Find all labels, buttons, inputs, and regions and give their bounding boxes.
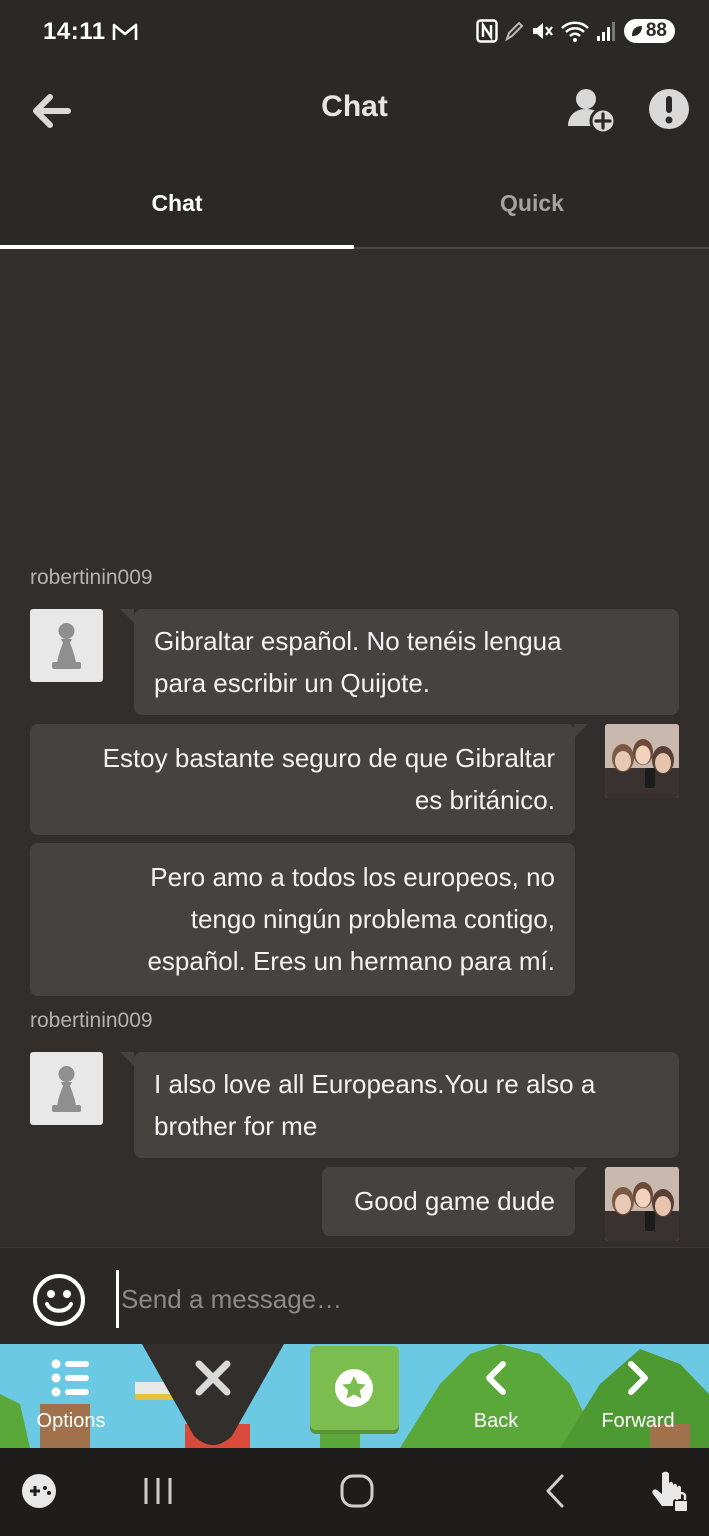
battery-indicator: 88 — [623, 19, 675, 43]
nfc-icon — [476, 19, 498, 43]
profile-photo — [605, 724, 679, 798]
message-bubble[interactable]: Good game dude — [322, 1167, 575, 1236]
chat-message-list[interactable]: robertinin009 Gibraltar español. No tené… — [0, 249, 709, 1247]
message-line: Estoy bastante seguro de que Gibraltar — [102, 743, 555, 773]
tab-quick[interactable]: Quick — [355, 159, 709, 247]
star-icon — [335, 1369, 373, 1407]
message-bubble[interactable]: Gibraltar español. No tenéis lengua para… — [134, 609, 679, 715]
bubble-tail — [574, 1167, 588, 1181]
message-line: español. Eres un hermano para mí. — [147, 946, 555, 976]
chevron-right-icon — [628, 1361, 648, 1395]
message-line: Good game dude — [354, 1186, 555, 1216]
report-icon[interactable] — [648, 88, 690, 130]
message-line: Pero amo a todos los europeos, no — [150, 862, 555, 892]
favorite-button[interactable] — [310, 1346, 399, 1430]
wifi-icon — [561, 21, 589, 42]
message-line: Gibraltar español. No tenéis lengua — [154, 626, 562, 656]
back-label: Back — [473, 1410, 519, 1432]
message-input[interactable] — [116, 1270, 683, 1328]
avatar[interactable] — [605, 1167, 679, 1241]
touch-lock-icon[interactable] — [650, 1470, 690, 1514]
game-controller-icon[interactable] — [20, 1470, 58, 1508]
emoji-icon[interactable] — [32, 1273, 86, 1327]
bubble-tail — [120, 1052, 134, 1066]
pen-icon — [505, 21, 524, 42]
message-line: es británico. — [414, 785, 555, 815]
mute-icon — [532, 23, 553, 39]
battery-level: 88 — [645, 20, 667, 41]
avatar[interactable] — [30, 609, 103, 682]
list-icon — [51, 1359, 89, 1397]
avatar[interactable] — [605, 724, 679, 798]
options-label: Options — [36, 1410, 106, 1432]
message-line: I also love all Europeans.You re also a — [154, 1069, 596, 1099]
avatar[interactable] — [30, 1052, 103, 1125]
gmail-icon — [112, 23, 138, 40]
app-bar: Chat — [0, 64, 709, 159]
tab-chat[interactable]: Chat — [0, 159, 354, 247]
back-button[interactable]: Back — [425, 1344, 567, 1448]
recent-apps-icon[interactable] — [142, 1470, 174, 1510]
message-bubble[interactable]: I also love all Europeans.You re also a … — [134, 1052, 679, 1158]
bubble-tail — [120, 609, 134, 623]
status-icons: 88 — [476, 16, 675, 46]
game-nav-bar: Options Back Forward — [0, 1344, 709, 1448]
status-time: 14:11 — [43, 18, 106, 45]
message-bubble[interactable]: Estoy bastante seguro de que Gibraltar e… — [30, 724, 575, 835]
status-bar: 14:11 88 — [0, 0, 709, 64]
tab-bar: Chat Quick — [0, 159, 709, 249]
message-username[interactable]: robertinin009 — [30, 1009, 153, 1033]
message-composer — [0, 1247, 709, 1345]
system-nav-bar — [0, 1448, 709, 1536]
message-line: brother for me — [154, 1111, 318, 1141]
message-line: tengo ningún problema contigo, — [190, 904, 555, 934]
forward-button[interactable]: Forward — [567, 1344, 709, 1448]
close-chat-button[interactable] — [142, 1344, 284, 1448]
pawn-icon — [52, 1066, 81, 1112]
bubble-tail — [574, 724, 588, 738]
message-username[interactable]: robertinin009 — [30, 566, 153, 590]
profile-photo — [605, 1167, 679, 1241]
signal-icon — [596, 22, 615, 41]
add-friend-icon[interactable] — [566, 86, 618, 136]
message-bubble[interactable]: Pero amo a todos los europeos, no tengo … — [30, 843, 575, 996]
forward-label: Forward — [601, 1410, 675, 1432]
options-button[interactable]: Options — [0, 1344, 142, 1448]
battery-saver-icon — [631, 26, 642, 36]
chevron-left-icon — [486, 1361, 506, 1395]
system-back-icon[interactable] — [540, 1470, 570, 1510]
home-icon[interactable] — [338, 1470, 376, 1510]
pawn-icon — [52, 623, 81, 669]
message-line: para escribir un Quijote. — [154, 668, 431, 698]
